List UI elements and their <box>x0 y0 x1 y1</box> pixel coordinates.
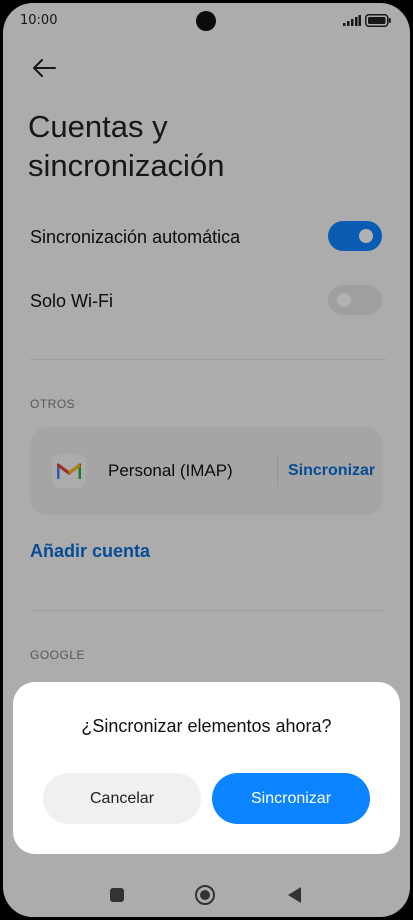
phone-frame: 10:00 Cuentas y sincronización Sincroniz… <box>0 0 413 920</box>
screen: 10:00 Cuentas y sincronización Sincroniz… <box>3 3 410 917</box>
cancel-button[interactable]: Cancelar <box>43 773 201 824</box>
sync-dialog: ¿Sincronizar elementos ahora? Cancelar S… <box>13 682 400 854</box>
sync-now-button[interactable]: Sincronizar <box>212 773 370 824</box>
home-icon[interactable] <box>195 885 215 905</box>
recents-icon[interactable] <box>110 888 124 902</box>
back-icon[interactable] <box>288 887 301 903</box>
dialog-title: ¿Sincronizar elementos ahora? <box>81 716 332 736</box>
